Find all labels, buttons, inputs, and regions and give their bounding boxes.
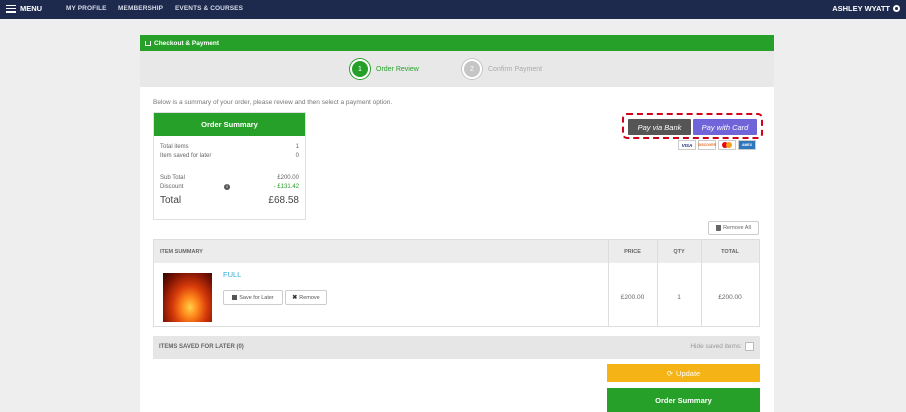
col-total: TOTAL	[721, 248, 739, 255]
item-thumbnail	[163, 273, 212, 322]
cart-icon	[145, 40, 151, 46]
mastercard-logo	[718, 140, 736, 150]
remove-all-label: Remove All	[723, 225, 751, 231]
step-label: Order Review	[376, 65, 419, 73]
summary-row-total: Total £68.58	[160, 195, 299, 206]
intro-text: Below is a summary of your order, please…	[153, 99, 393, 106]
step-number: 1	[350, 59, 370, 79]
step-number: 2	[462, 59, 482, 79]
download-icon	[232, 295, 238, 300]
col-price: PRICE	[624, 248, 641, 255]
order-summary-button[interactable]: Order Summary	[607, 388, 760, 412]
row-value: £68.58	[268, 195, 299, 206]
checkout-panel: Checkout & Payment 1 Order Review 2 Conf…	[140, 35, 774, 412]
hamburger-icon	[6, 4, 16, 13]
user-menu[interactable]: ASHLEY WYATT	[832, 4, 900, 13]
step-confirm-payment: 2 Confirm Payment	[462, 59, 542, 79]
hide-saved-label: Hide saved items:	[690, 343, 742, 350]
info-icon[interactable]: i	[224, 184, 230, 190]
panel-title: Checkout & Payment	[154, 39, 220, 47]
pay-via-bank-button[interactable]: Pay via Bank	[628, 119, 691, 135]
step-label: Confirm Payment	[488, 65, 543, 73]
row-label: Total items	[160, 144, 189, 150]
pay-with-card-button[interactable]: Pay with Card	[693, 119, 757, 135]
column-divider	[608, 240, 609, 326]
refresh-icon: ⟳	[666, 368, 674, 378]
item-name-link[interactable]: FULL	[223, 270, 241, 279]
row-value: 0	[295, 153, 299, 159]
nav-link-membership[interactable]: MEMBERSHIP	[118, 5, 163, 12]
hide-saved-checkbox[interactable]	[745, 342, 754, 351]
col-item-summary: ITEM SUMMARY	[160, 248, 203, 255]
menu-button[interactable]: MENU	[6, 4, 42, 13]
gear-icon	[893, 5, 900, 12]
top-nav: MENU MY PROFILE MEMBERSHIP EVENTS & COUR…	[0, 0, 906, 19]
row-value: - £131.42	[273, 184, 299, 190]
item-price: £200.00	[620, 294, 645, 301]
summary-row-total-items: Total items 1	[160, 144, 299, 150]
save-for-later-label: Save for Later	[239, 294, 274, 301]
column-divider	[701, 240, 702, 326]
save-for-later-button[interactable]: Save for Later	[223, 290, 283, 305]
card-logos: VISA DISCOVER AMEX	[678, 140, 756, 150]
item-qty: 1	[677, 294, 681, 301]
table-header: ITEM SUMMARY PRICE QTY TOTAL	[154, 240, 759, 263]
remove-label: Remove	[299, 294, 320, 301]
panel-header: Checkout & Payment	[140, 35, 774, 51]
checkout-steps: 1 Order Review 2 Confirm Payment	[140, 51, 774, 87]
payment-options-highlight: Pay via Bank Pay with Card	[622, 113, 763, 139]
saved-items-bar: ITEMS SAVED FOR LATER (0) Hide saved ite…	[153, 336, 760, 359]
update-label: Update	[676, 368, 701, 378]
menu-label: MENU	[20, 4, 43, 13]
col-qty: QTY	[673, 248, 685, 255]
item-table: ITEM SUMMARY PRICE QTY TOTAL FULL Save f…	[153, 239, 760, 327]
row-label: Item saved for later	[160, 153, 212, 159]
remove-all-button[interactable]: Remove All	[708, 221, 759, 235]
column-divider	[657, 240, 658, 326]
amex-logo: AMEX	[738, 140, 756, 150]
row-label: Sub Total	[160, 175, 185, 181]
hide-saved-items-toggle[interactable]: Hide saved items:	[690, 342, 754, 351]
trash-icon	[716, 225, 722, 231]
visa-logo: VISA	[678, 140, 696, 150]
order-summary-title: Order Summary	[154, 113, 305, 136]
nav-link-my-profile[interactable]: MY PROFILE	[66, 5, 107, 12]
update-button[interactable]: ⟳ Update	[607, 364, 760, 382]
remove-item-button[interactable]: ✖ Remove	[285, 290, 327, 305]
step-order-review: 1 Order Review	[350, 59, 419, 79]
close-icon: ✖	[292, 295, 298, 301]
saved-items-label: ITEMS SAVED FOR LATER (0)	[159, 344, 244, 350]
order-summary-box: Order Summary Total items 1 Item saved f…	[153, 112, 306, 220]
item-total: £200.00	[718, 294, 742, 301]
summary-row-subtotal: Sub Total £200.00	[160, 175, 299, 181]
summary-row-saved: Item saved for later 0	[160, 153, 299, 159]
nav-link-events-courses[interactable]: EVENTS & COURSES	[175, 5, 243, 12]
user-name: ASHLEY WYATT	[832, 4, 890, 13]
row-value: £200.00	[277, 175, 299, 181]
row-label: Total	[160, 195, 182, 206]
discover-logo: DISCOVER	[698, 140, 716, 150]
row-label: Discount	[160, 184, 184, 190]
row-value: 1	[295, 144, 299, 150]
